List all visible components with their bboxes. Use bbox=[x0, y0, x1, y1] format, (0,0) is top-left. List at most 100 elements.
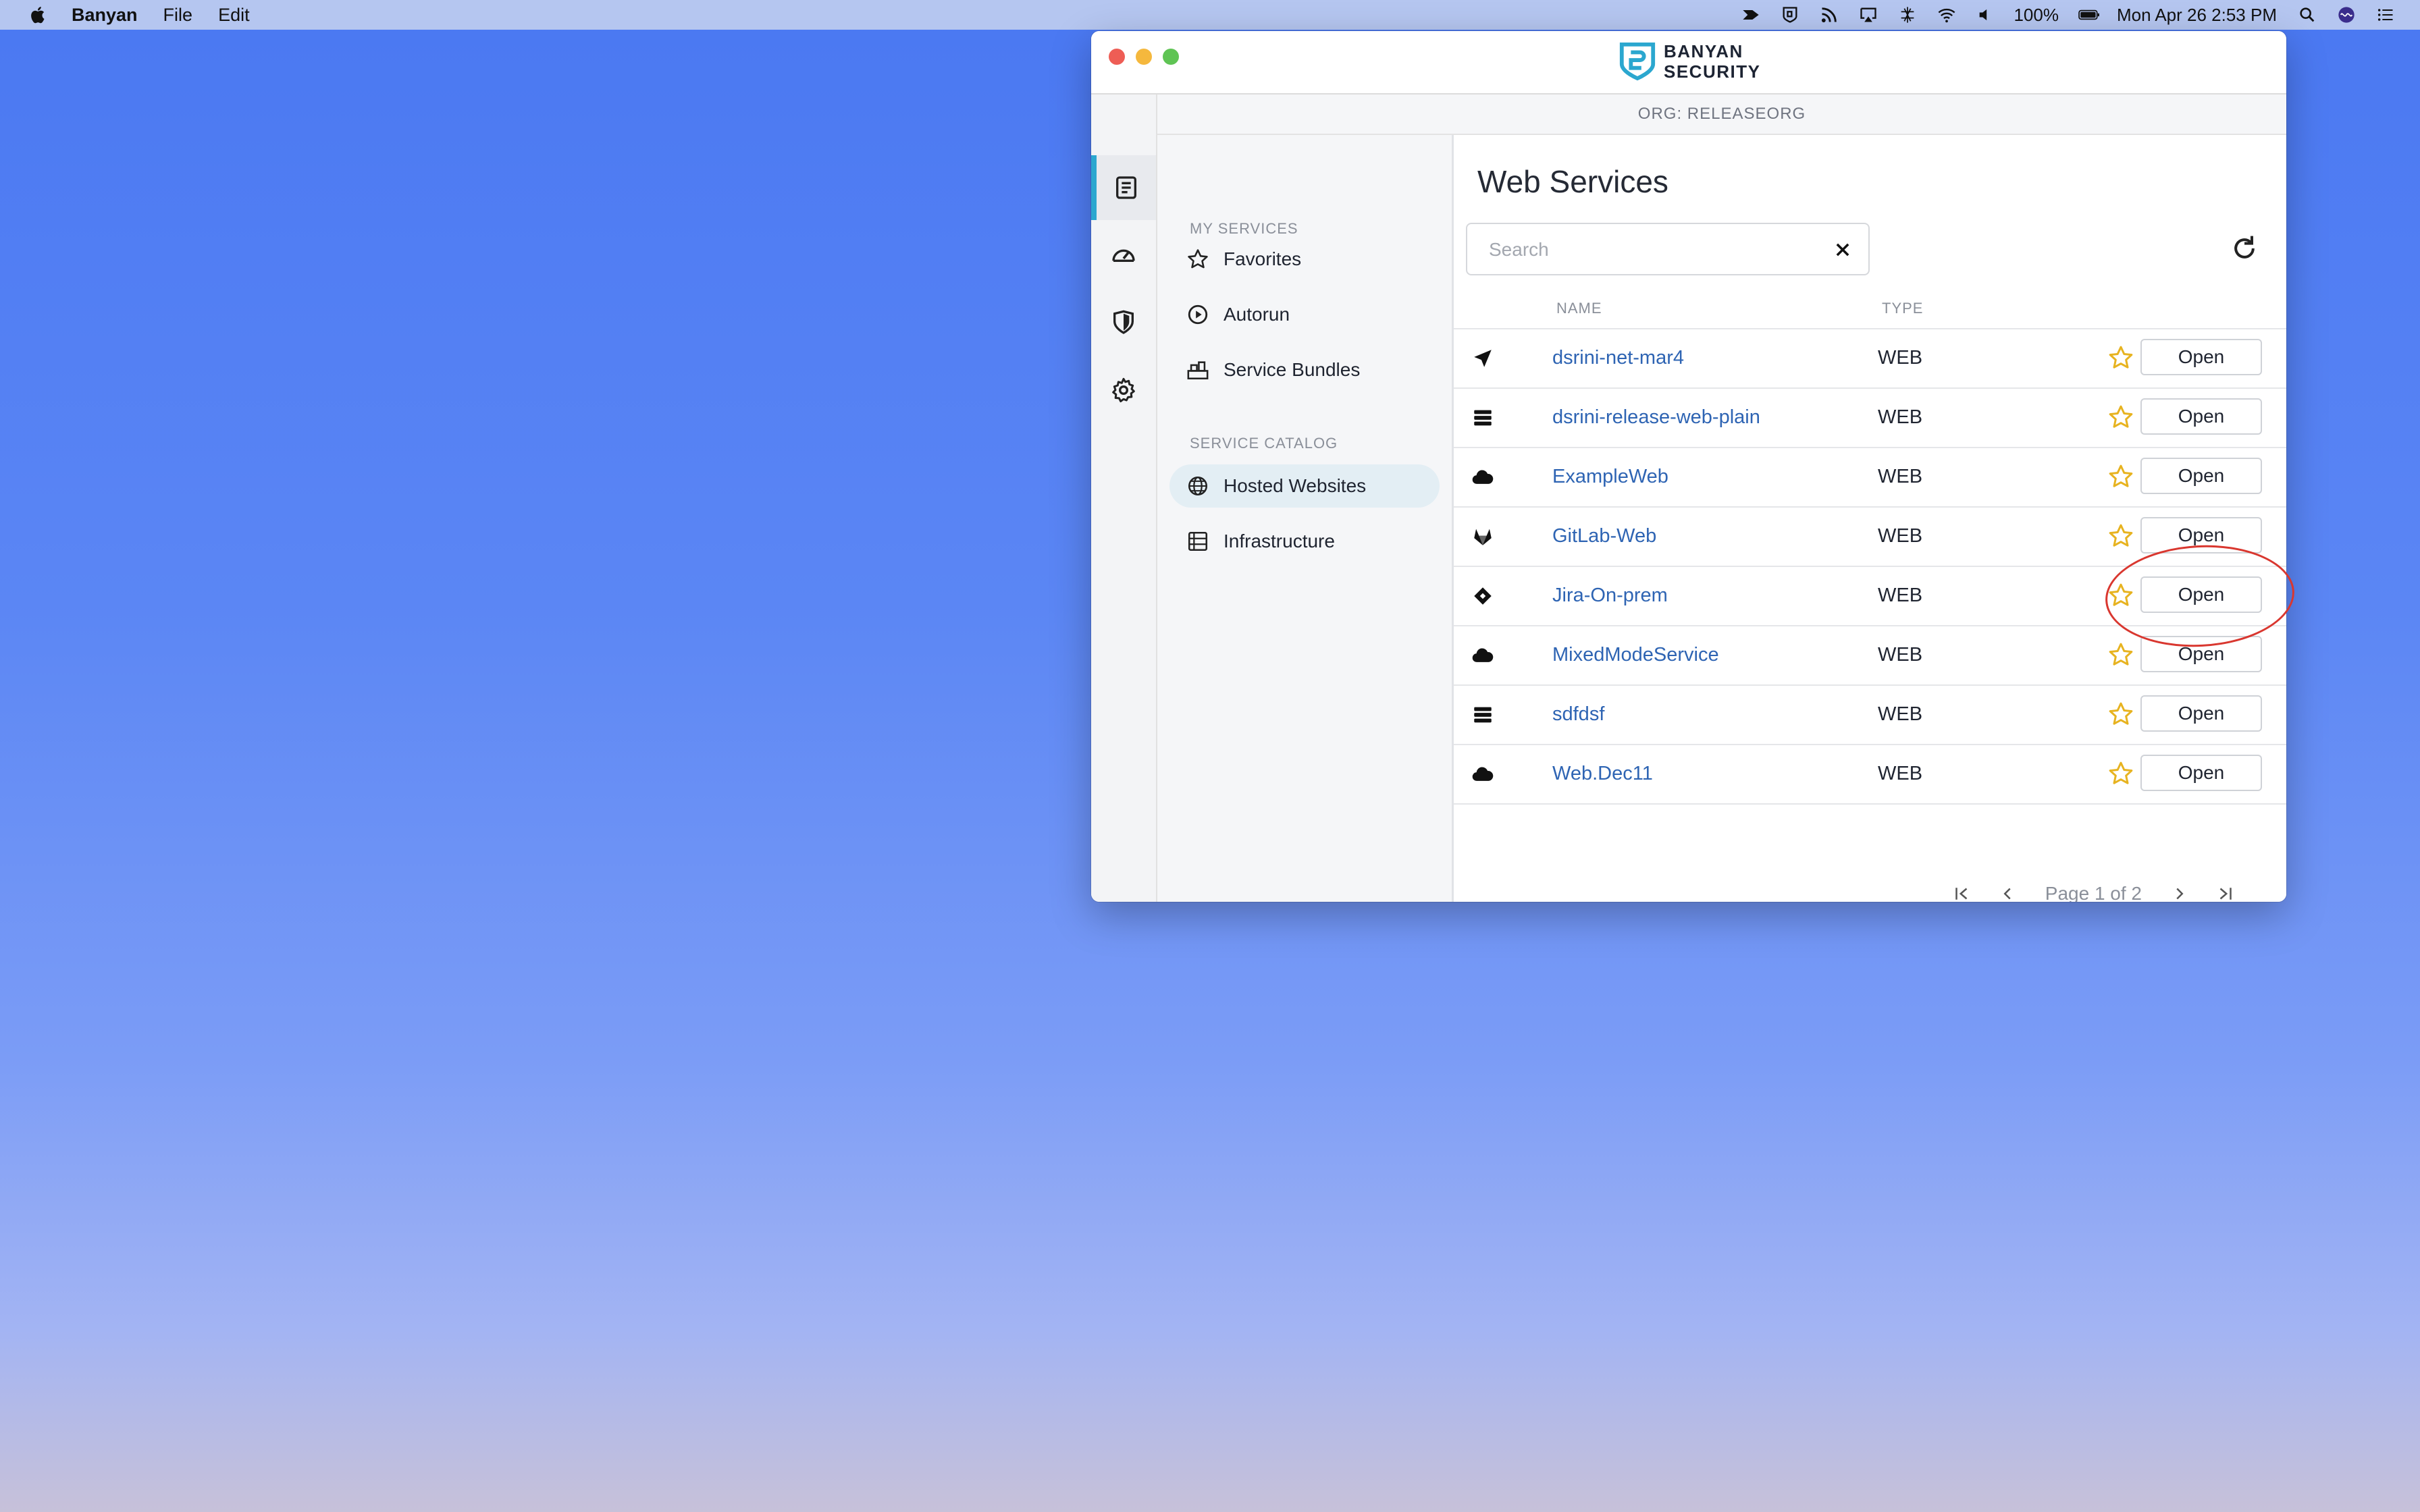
favorite-star-icon[interactable] bbox=[2107, 463, 2134, 490]
apple-icon[interactable] bbox=[28, 5, 49, 25]
chevron-left-icon bbox=[2003, 888, 2011, 900]
next-page-button[interactable] bbox=[2166, 880, 2193, 902]
rail-security[interactable] bbox=[1091, 290, 1156, 355]
volume-icon[interactable] bbox=[1974, 5, 1997, 25]
prev-page-button[interactable] bbox=[1994, 880, 2021, 902]
sidebar-item-infrastructure[interactable]: Infrastructure bbox=[1169, 520, 1440, 563]
book-icon bbox=[1116, 176, 1136, 199]
table-row[interactable]: Web.Dec11 WEB Open bbox=[1454, 745, 2286, 805]
search-input[interactable] bbox=[1488, 224, 1814, 275]
service-name-link[interactable]: MixedModeService bbox=[1552, 644, 1719, 666]
service-type: WEB bbox=[1878, 644, 1923, 666]
last-page-button[interactable] bbox=[2212, 880, 2239, 902]
banyan-status-icon[interactable] bbox=[1779, 5, 1801, 25]
service-name-link[interactable]: Jira-On-prem bbox=[1552, 585, 1668, 607]
service-name-link[interactable]: dsrini-release-web-plain bbox=[1552, 406, 1760, 429]
title-bar[interactable]: BANYAN SECURITY bbox=[1091, 31, 2286, 94]
service-type: WEB bbox=[1878, 763, 1923, 784]
menubar-clock[interactable]: Mon Apr 26 2:53 PM bbox=[2117, 5, 2277, 26]
speedometer-icon bbox=[1112, 249, 1135, 262]
server-icon bbox=[1188, 531, 1208, 551]
server-stack-icon bbox=[1474, 707, 1492, 723]
control-center-icon[interactable] bbox=[2374, 5, 2397, 25]
rail-services[interactable] bbox=[1091, 155, 1156, 220]
sidebar-item-favorites[interactable]: Favorites bbox=[1169, 238, 1440, 281]
window-zoom-button[interactable] bbox=[1163, 49, 1179, 65]
sidebar-item-service-bundles[interactable]: Service Bundles bbox=[1169, 348, 1440, 392]
feed-icon[interactable] bbox=[1818, 5, 1841, 25]
service-name-link[interactable]: sdfdsf bbox=[1552, 703, 1604, 726]
open-button[interactable]: Open bbox=[2140, 695, 2262, 732]
open-button[interactable]: Open bbox=[2140, 339, 2262, 375]
status-app-icon[interactable] bbox=[1739, 5, 1762, 25]
server-stack-icon bbox=[1474, 410, 1492, 426]
service-type: WEB bbox=[1878, 703, 1923, 725]
network-icon[interactable] bbox=[1896, 5, 1919, 25]
app-menu-name[interactable]: Banyan bbox=[72, 5, 138, 26]
favorite-star-icon[interactable] bbox=[2107, 641, 2134, 668]
menu-edit[interactable]: Edit bbox=[218, 5, 250, 26]
jira-diamond-icon bbox=[1474, 587, 1492, 605]
shield-icon bbox=[1113, 310, 1134, 334]
favorite-star-icon[interactable] bbox=[2107, 760, 2134, 787]
favorite-star-icon[interactable] bbox=[2107, 344, 2134, 371]
favorite-star-icon[interactable] bbox=[2107, 522, 2134, 549]
sidebar-item-hosted-websites[interactable]: Hosted Websites bbox=[1169, 464, 1440, 508]
bundle-icon bbox=[1187, 361, 1209, 380]
play-circle-icon bbox=[1188, 304, 1208, 325]
favorite-star-icon[interactable] bbox=[2107, 404, 2134, 431]
chevron-right-icon bbox=[2176, 888, 2184, 900]
page-indicator: Page 1 of 2 bbox=[2045, 883, 2142, 902]
table-row[interactable]: ExampleWeb WEB Open bbox=[1454, 448, 2286, 508]
service-type: WEB bbox=[1878, 525, 1923, 547]
wifi-icon[interactable] bbox=[1935, 5, 1958, 25]
sidebar-item-label: Infrastructure bbox=[1224, 531, 1335, 551]
airplay-icon[interactable] bbox=[1857, 5, 1880, 25]
banyan-app-window: BANYAN SECURITY ORG: RELEASEORG MY SERVI… bbox=[1091, 31, 2286, 902]
sidebar-item-label: Service Bundles bbox=[1224, 359, 1361, 380]
globe-icon bbox=[1188, 476, 1208, 496]
column-header-type[interactable]: TYPE bbox=[1882, 300, 1923, 317]
search-box[interactable] bbox=[1466, 223, 1870, 275]
rail-dashboard[interactable] bbox=[1091, 223, 1156, 288]
window-minimize-button[interactable] bbox=[1136, 49, 1152, 65]
my-services-label: MY SERVICES bbox=[1190, 220, 1298, 237]
refresh-icon[interactable] bbox=[2230, 234, 2259, 263]
first-page-icon bbox=[1955, 888, 1968, 900]
rail-settings[interactable] bbox=[1091, 358, 1156, 423]
favorite-star-icon[interactable] bbox=[2107, 701, 2134, 728]
table-row[interactable]: dsrini-net-mar4 WEB Open bbox=[1454, 329, 2286, 389]
table-row[interactable]: dsrini-release-web-plain WEB Open bbox=[1454, 389, 2286, 448]
service-name-link[interactable]: ExampleWeb bbox=[1552, 466, 1668, 488]
location-arrow-icon bbox=[1474, 350, 1492, 367]
cloud-icon bbox=[1472, 767, 1494, 781]
siri-icon[interactable] bbox=[2335, 5, 2358, 25]
menu-file[interactable]: File bbox=[163, 5, 193, 26]
cloud-icon bbox=[1472, 648, 1494, 662]
service-catalog-label: SERVICE CATALOG bbox=[1190, 435, 1338, 452]
window-close-button[interactable] bbox=[1109, 49, 1125, 65]
pagination: Page 1 of 2 bbox=[1929, 880, 2239, 902]
service-name-link[interactable]: Web.Dec11 bbox=[1552, 763, 1653, 785]
close-icon[interactable] bbox=[1833, 240, 1852, 259]
sidebar-item-autorun[interactable]: Autorun bbox=[1169, 293, 1440, 336]
open-button[interactable]: Open bbox=[2140, 755, 2262, 791]
service-type: WEB bbox=[1878, 466, 1923, 487]
column-header-name[interactable]: NAME bbox=[1556, 300, 1602, 317]
sidebar-item-label: Favorites bbox=[1224, 248, 1302, 269]
battery-icon[interactable] bbox=[2078, 5, 2101, 25]
star-outline-icon bbox=[1188, 249, 1208, 269]
banyan-logo: BANYAN SECURITY bbox=[1618, 40, 1760, 82]
org-bar: ORG: RELEASEORG bbox=[1157, 94, 2286, 135]
brand-name: BANYAN bbox=[1664, 41, 1743, 61]
service-name-link[interactable]: GitLab-Web bbox=[1552, 525, 1656, 547]
open-button[interactable]: Open bbox=[2140, 398, 2262, 435]
spotlight-search-icon[interactable] bbox=[2296, 5, 2319, 25]
service-name-link[interactable]: dsrini-net-mar4 bbox=[1552, 347, 1684, 369]
first-page-button[interactable] bbox=[1948, 880, 1975, 902]
battery-percent: 100% bbox=[2014, 4, 2059, 25]
table-row[interactable]: sdfdsf WEB Open bbox=[1454, 686, 2286, 745]
sidebar-item-label: Autorun bbox=[1224, 304, 1290, 325]
menu-bar: Banyan File Edit 100% Mon Apr 26 2:53 PM bbox=[0, 0, 2420, 30]
open-button[interactable]: Open bbox=[2140, 458, 2262, 494]
